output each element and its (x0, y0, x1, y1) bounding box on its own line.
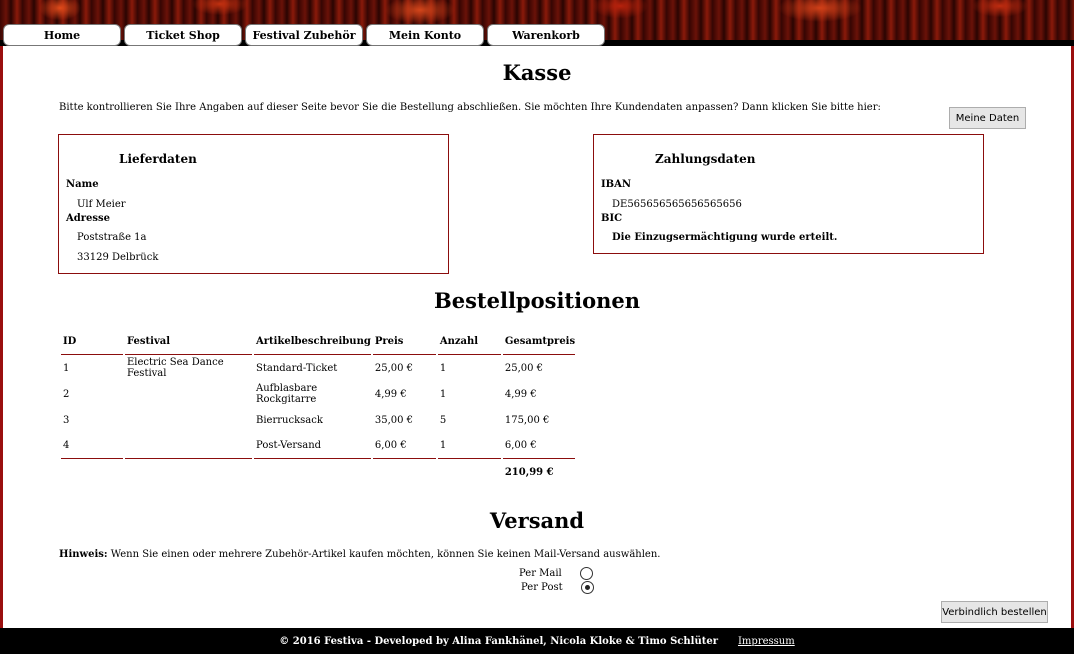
cell: 35,00 € (374, 414, 414, 426)
positions-title: Bestellpositionen (433, 288, 641, 313)
cell: 1 (439, 388, 447, 400)
delivery-title: Lieferdaten (119, 152, 197, 166)
option-label: Per Mail (519, 568, 562, 579)
hint-label: Hinweis: (59, 549, 108, 560)
cell: 1 (437, 433, 501, 459)
city-value: 33129 Delbrück (77, 252, 159, 263)
cell: Aufblasbare Rockgitarre (256, 383, 318, 405)
cell: 4,99 € (374, 388, 407, 400)
col-quantity: Anzahl (437, 329, 501, 355)
total-value: 210,99 € (504, 466, 554, 478)
main-nav: Home Ticket Shop Festival Zubehör Mein K… (3, 24, 605, 46)
table-row: 3 Bierrucksack 35,00 € 5 175,00 € (61, 407, 575, 433)
nav-home[interactable]: Home (3, 24, 121, 46)
option-label: Per Post (521, 582, 563, 593)
page-title: Kasse (502, 60, 572, 85)
cell: 1 (63, 362, 70, 374)
impressum-link[interactable]: Impressum (738, 636, 795, 647)
order-table: ID Festival Artikelbeschreibung Preis An… (59, 329, 577, 485)
cell (125, 381, 252, 407)
cell (125, 433, 252, 459)
cell: 4,99 € (504, 388, 537, 400)
cell: 6,00 € (372, 433, 436, 459)
iban-label: IBAN (601, 179, 632, 190)
cell: 4 (61, 433, 123, 459)
cell (125, 407, 252, 433)
nav-festival-zubehoer[interactable]: Festival Zubehör (245, 24, 363, 46)
table-header-row: ID Festival Artikelbeschreibung Preis An… (61, 329, 576, 355)
main-content: Kasse Bitte kontrollieren Sie Ihre Angab… (3, 46, 1071, 628)
cell: 25,00 € (374, 362, 414, 374)
address-label: Adresse (66, 213, 111, 224)
cell: Standard-Ticket (256, 362, 338, 374)
cell: 2 (63, 388, 70, 400)
shipping-option-mail[interactable]: Per Mail (519, 567, 593, 580)
col-description: Artikelbeschreibung (254, 329, 371, 355)
cell: Post-Versand (254, 433, 371, 459)
street-value: Poststraße 1a (77, 232, 147, 243)
table-row: 2 Aufblasbare Rockgitarre 4,99 € 1 4,99 … (61, 381, 575, 407)
col-festival: Festival (125, 329, 252, 355)
shipping-hint: Hinweis: Wenn Sie einen oder mehrere Zub… (59, 549, 660, 560)
col-total: Gesamtpreis (502, 329, 576, 355)
place-order-button[interactable]: Verbindlich bestellen (941, 601, 1048, 623)
payment-box: Zahlungsdaten IBAN DE565656565656565656 … (593, 134, 984, 254)
payment-title: Zahlungsdaten (655, 152, 756, 166)
nav-ticket-shop[interactable]: Ticket Shop (124, 24, 242, 46)
cell: Bierrucksack (256, 414, 323, 426)
cell: Electric Sea Dance Festival (127, 357, 224, 379)
nav-warenkorb[interactable]: Warenkorb (487, 24, 605, 46)
hint-text: Wenn Sie einen oder mehrere Zubehör-Arti… (107, 549, 661, 560)
iban-value: DE565656565656565656 (612, 199, 742, 210)
intro-text: Bitte kontrollieren Sie Ihre Angaben auf… (59, 102, 881, 113)
cell: 1 (439, 362, 447, 374)
radio-mail[interactable] (579, 567, 593, 580)
my-data-button[interactable]: Meine Daten (949, 107, 1026, 129)
footer: © 2016 Festiva - Developed by Alina Fank… (0, 628, 1074, 654)
shipping-option-post[interactable]: Per Post (521, 581, 594, 594)
name-label: Name (66, 179, 99, 190)
shipping-title: Versand (489, 508, 585, 533)
bic-label: BIC (601, 213, 623, 224)
cell: 5 (439, 414, 447, 426)
col-price: Preis (372, 329, 436, 355)
cell: 3 (63, 414, 70, 426)
col-id: ID (61, 329, 123, 355)
footer-text: © 2016 Festiva - Developed by Alina Fank… (279, 635, 718, 647)
cell: 6,00 € (502, 433, 576, 459)
delivery-box: Lieferdaten Name Ulf Meier Adresse Posts… (58, 134, 449, 274)
table-total-row: 210,99 € (61, 459, 575, 485)
cell: 25,00 € (504, 362, 544, 374)
nav-mein-konto[interactable]: Mein Konto (366, 24, 484, 46)
cell: 175,00 € (504, 414, 550, 426)
name-value: Ulf Meier (77, 199, 126, 210)
radio-post[interactable] (580, 581, 594, 594)
table-row: 4 Post-Versand 6,00 € 1 6,00 € (61, 433, 576, 459)
table-row: 1 Electric Sea Dance Festival Standard-T… (61, 355, 575, 381)
mandate-text: Die Einzugsermächtigung wurde erteilt. (612, 232, 838, 243)
